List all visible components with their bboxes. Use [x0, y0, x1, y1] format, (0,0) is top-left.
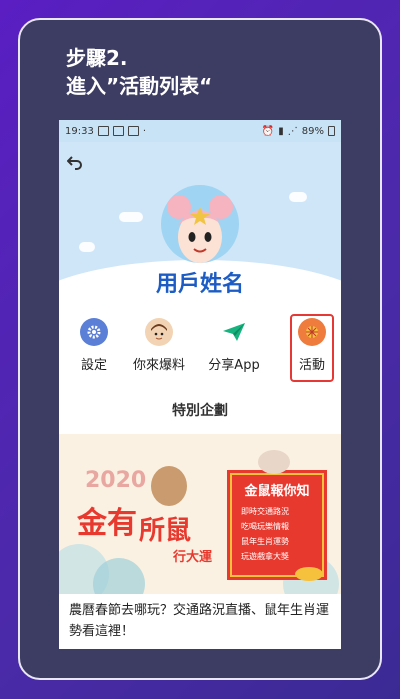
battery-level: 89% — [301, 125, 324, 137]
sign-item: 吃喝玩樂情報 — [241, 522, 289, 531]
menu-item-report[interactable]: 你來爆料 — [124, 316, 194, 373]
events-highlight-box — [290, 314, 334, 382]
image-icon — [97, 126, 109, 136]
banner-sub: 行大運 — [173, 550, 213, 565]
sign-item: 玩遊戲拿大獎 — [241, 552, 289, 561]
battery-icon — [328, 126, 335, 136]
banner-headline-b: 所鼠 — [139, 516, 192, 546]
step-number: 步驟2. — [66, 46, 128, 70]
article-caption[interactable]: 農曆春節去哪玩？交通路況直播、鼠年生肖運勢看這裡！ — [69, 600, 333, 642]
reporter-avatar-icon — [145, 318, 173, 346]
status-time: 19:33 — [65, 125, 94, 137]
back-icon[interactable] — [67, 154, 83, 170]
bag-icon — [127, 126, 139, 136]
step-title: 步驟2. 進入”活動列表“ — [66, 44, 212, 100]
menu-label: 你來爆料 — [132, 358, 185, 373]
rat-character-icon — [167, 195, 233, 263]
menu-label: 設定 — [80, 358, 107, 373]
banner-headline-a: 金有 — [77, 506, 137, 541]
username: 用戶姓名 — [135, 268, 265, 302]
banner-year: 2020 — [85, 468, 147, 493]
sign-item: 即時交通路況 — [241, 507, 289, 516]
menu-item-share[interactable]: 分享App — [199, 316, 269, 373]
cloud-decoration — [119, 212, 143, 222]
status-bar: 19:33 · ⏰ ▮ ⋰ 89% — [59, 120, 341, 142]
menu-item-settings[interactable]: 設定 — [59, 316, 129, 373]
paper-plane-icon — [220, 318, 248, 346]
sign-list: 即時交通路況 吃喝玩樂情報 鼠年生肖運勢 玩遊戲拿大獎 — [241, 504, 289, 564]
avatar[interactable] — [161, 185, 239, 263]
sign-title: 金鼠報你知 — [244, 484, 310, 499]
signal-icon: ▮ — [278, 125, 284, 137]
section-title: 特別企劃 — [172, 403, 228, 419]
dot-icon: · — [142, 125, 147, 137]
phone-screenshot: 19:33 · ⏰ ▮ ⋰ 89% 用戶姓名 設定 你來爆料 分享App 活動 … — [59, 120, 341, 649]
cloud-decoration — [79, 242, 95, 252]
step-instruction: 進入”活動列表“ — [66, 74, 213, 98]
s-icon — [112, 126, 124, 136]
promo-banner[interactable]: 2020 金有 所鼠 行大運 金鼠報你知 即時交通路況 吃喝玩樂情報 鼠年生肖運… — [59, 434, 341, 594]
cloud-decoration — [289, 192, 307, 202]
menu-label: 分享App — [208, 358, 260, 373]
alarm-icon: ⏰ — [261, 125, 275, 137]
wifi-icon: ⋰ — [287, 125, 298, 137]
gear-icon — [80, 318, 108, 346]
sign-item: 鼠年生肖運勢 — [241, 537, 289, 546]
